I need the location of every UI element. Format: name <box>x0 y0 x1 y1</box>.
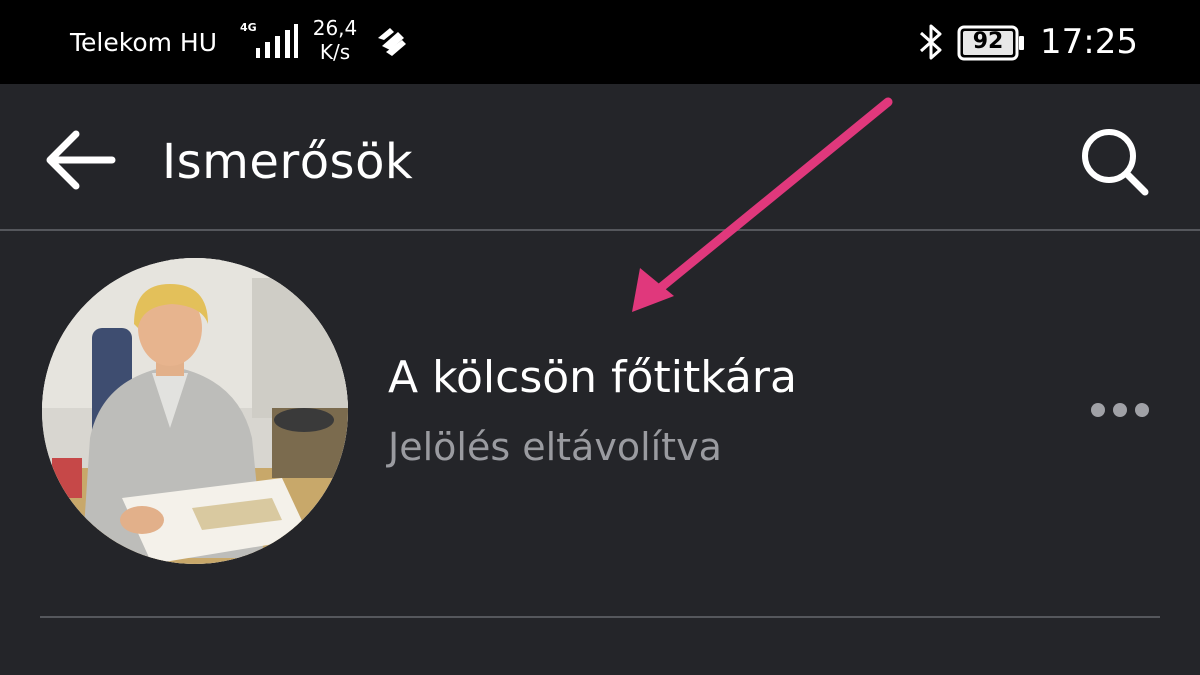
page-title: Ismerősök <box>162 134 414 190</box>
speed-unit: K/s <box>319 40 351 64</box>
avatar[interactable] <box>42 258 348 564</box>
bluetooth-icon <box>919 24 942 60</box>
avatar-photo <box>42 258 348 564</box>
signal-icon <box>256 24 298 58</box>
huawei-share-icon <box>378 28 406 56</box>
carrier-name: Telekom HU <box>70 28 218 57</box>
contact-status: Jelölés eltávolítva <box>388 425 722 469</box>
battery-percent: 92 <box>972 29 1004 54</box>
contacts-screen: Telekom HU 4G 26,4 K/s 92 17:25 Ismerősö… <box>0 0 1200 675</box>
search-button[interactable] <box>1075 122 1155 202</box>
network-speed: 26,4 K/s <box>309 16 361 64</box>
network-type: 4G <box>240 21 257 34</box>
back-arrow-icon <box>46 130 116 190</box>
search-icon <box>1082 129 1149 196</box>
speed-value: 26,4 <box>312 16 358 40</box>
clock: 17:25 <box>1040 22 1138 62</box>
contact-name: A kölcsön főtitkára <box>388 352 797 403</box>
status-bar: Telekom HU 4G 26,4 K/s 92 17:25 <box>0 0 1200 84</box>
back-button[interactable] <box>38 122 122 198</box>
list-divider <box>40 616 1160 618</box>
more-dots-icon <box>1091 403 1149 417</box>
more-options-button[interactable] <box>1080 390 1160 430</box>
